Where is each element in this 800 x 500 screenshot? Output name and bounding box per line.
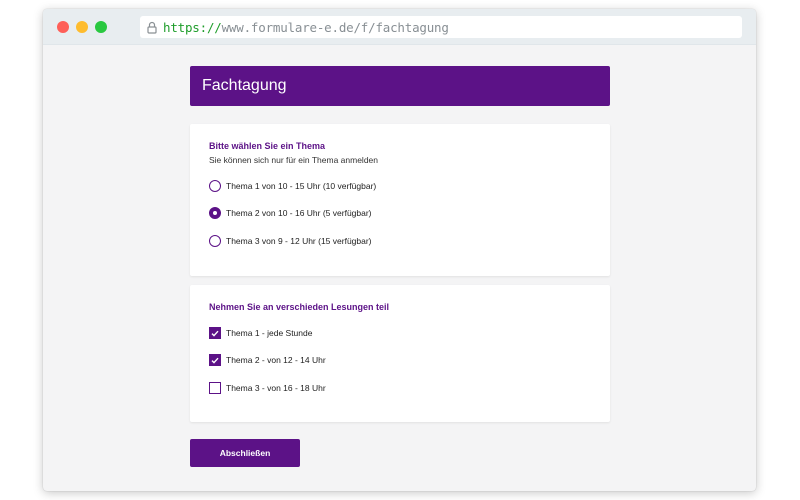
checkbox[interactable] xyxy=(209,382,221,394)
radio-button[interactable] xyxy=(209,207,221,219)
option-label: Thema 1 - jede Stunde xyxy=(226,328,313,338)
theme-section-subtitle: Sie können sich nur für ein Thema anmeld… xyxy=(209,155,378,165)
lectures-section: Nehmen Sie an verschieden Lesungen teil … xyxy=(190,285,610,422)
lecture-option-3[interactable]: Thema 3 - von 16 - 18 Uhr xyxy=(209,381,326,395)
option-label: Thema 2 von 10 - 16 Uhr (5 verfügbar) xyxy=(226,208,372,218)
address-bar[interactable]: https://www.formulare-e.de/f/fachtagung xyxy=(140,16,742,38)
url-scheme: https:// xyxy=(163,19,222,35)
url-path: www.formulare-e.de/f/fachtagung xyxy=(221,19,449,35)
checkmark-icon xyxy=(211,330,219,337)
checkbox[interactable] xyxy=(209,327,221,339)
theme-option-2[interactable]: Thema 2 von 10 - 16 Uhr (5 verfügbar) xyxy=(209,206,372,220)
theme-section-title: Bitte wählen Sie ein Thema xyxy=(209,141,326,151)
minimize-window-button[interactable] xyxy=(76,21,88,33)
theme-section: Bitte wählen Sie ein Thema Sie können si… xyxy=(190,124,610,276)
option-label: Thema 3 von 9 - 12 Uhr (15 verfügbar) xyxy=(226,236,372,246)
lecture-option-1[interactable]: Thema 1 - jede Stunde xyxy=(209,326,312,340)
browser-window: https://www.formulare-e.de/f/fachtagung … xyxy=(43,9,756,491)
submit-button[interactable]: Abschließen xyxy=(190,439,300,467)
theme-option-1[interactable]: Thema 1 von 10 - 15 Uhr (10 verfügbar) xyxy=(209,179,376,193)
checkmark-icon xyxy=(211,357,219,364)
maximize-window-button[interactable] xyxy=(95,21,107,33)
theme-option-3[interactable]: Thema 3 von 9 - 12 Uhr (15 verfügbar) xyxy=(209,234,372,248)
form-title: Fachtagung xyxy=(190,66,610,106)
lock-icon xyxy=(146,21,158,34)
lectures-section-title: Nehmen Sie an verschieden Lesungen teil xyxy=(209,302,390,312)
browser-titlebar: https://www.formulare-e.de/f/fachtagung xyxy=(43,9,756,45)
checkbox[interactable] xyxy=(209,354,221,366)
close-window-button[interactable] xyxy=(57,21,69,33)
option-label: Thema 2 - von 12 - 14 Uhr xyxy=(226,355,326,365)
option-label: Thema 1 von 10 - 15 Uhr (10 verfügbar) xyxy=(226,181,377,191)
radio-button[interactable] xyxy=(209,180,221,192)
url-text: https://www.formulare-e.de/f/fachtagung xyxy=(163,20,449,35)
option-label: Thema 3 - von 16 - 18 Uhr xyxy=(226,383,326,393)
radio-button[interactable] xyxy=(209,235,221,247)
lecture-option-2[interactable]: Thema 2 - von 12 - 14 Uhr xyxy=(209,353,326,367)
